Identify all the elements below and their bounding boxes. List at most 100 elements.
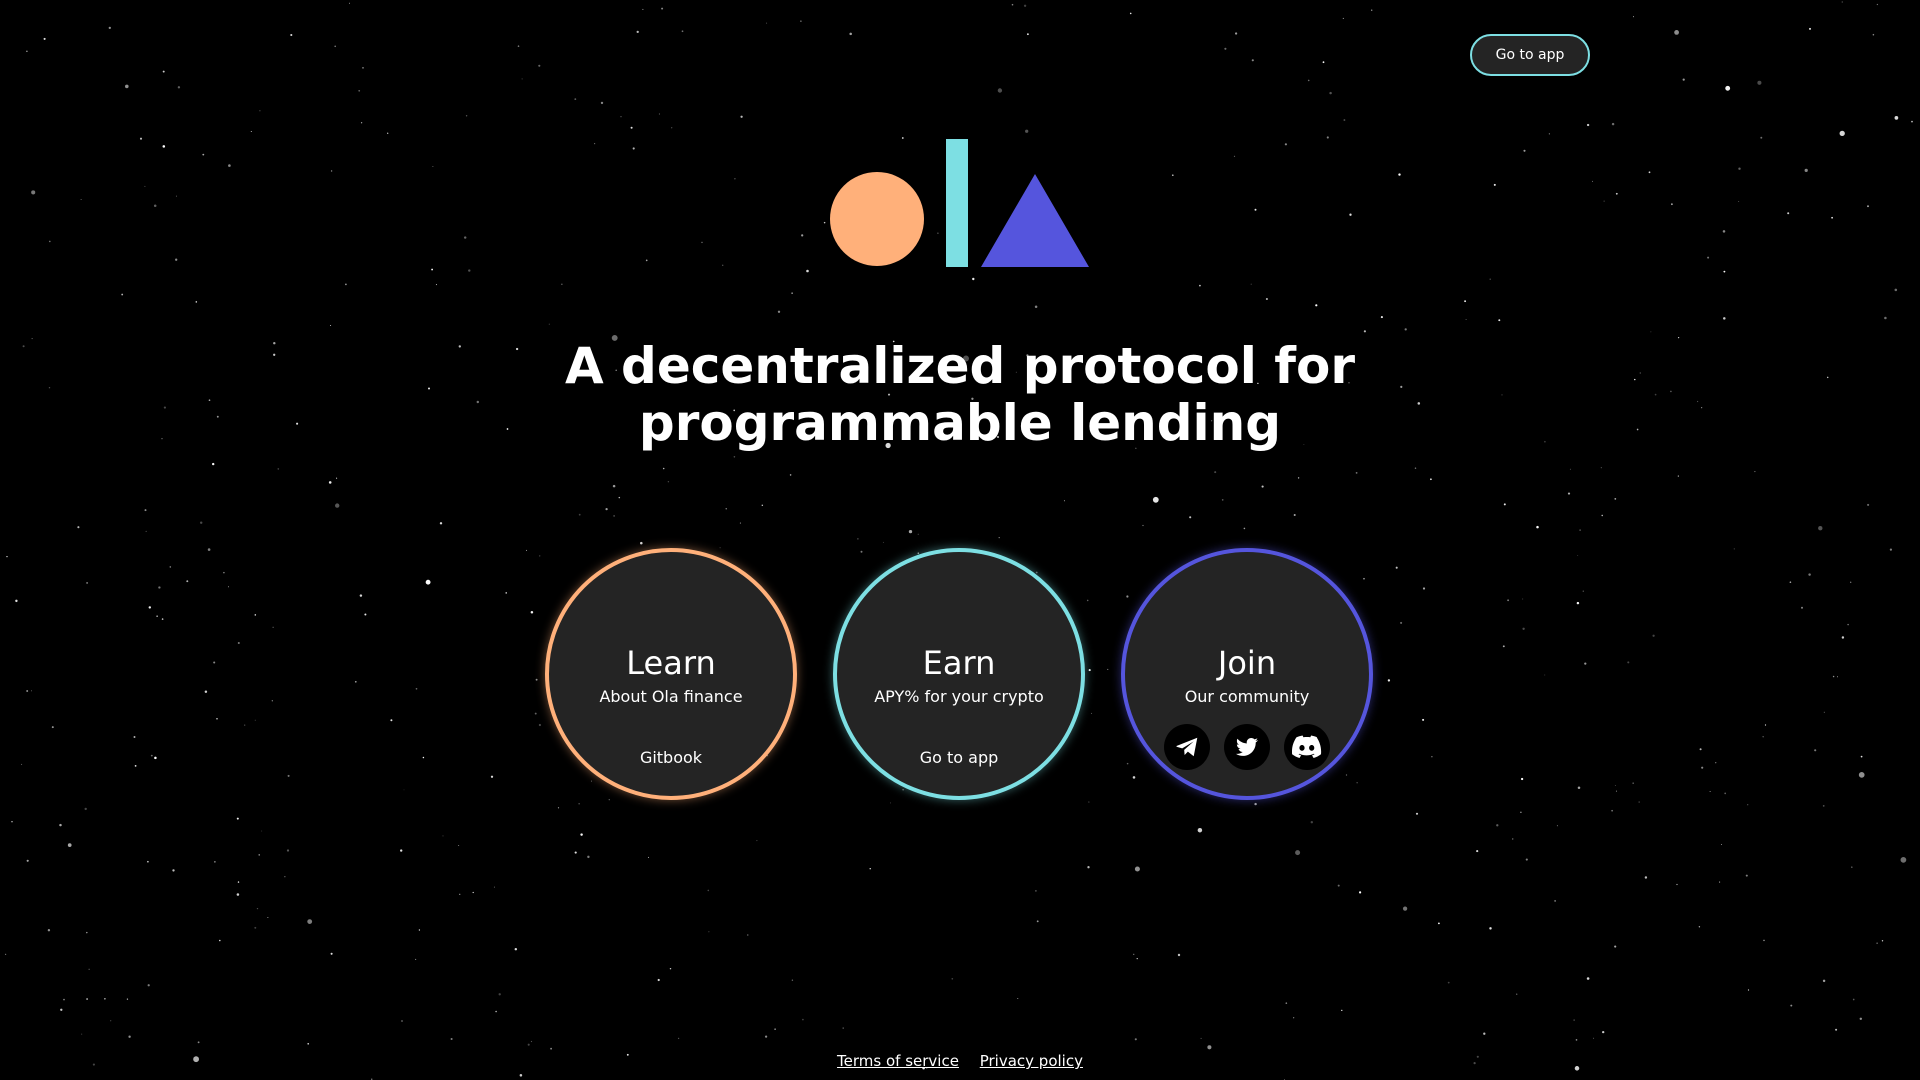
star [1310, 821, 1314, 824]
star [1757, 80, 1762, 85]
learn-card-subtitle: About Ola finance [599, 687, 743, 706]
star [612, 484, 616, 488]
star [1371, 9, 1373, 11]
star [1395, 566, 1398, 569]
star [450, 1037, 453, 1041]
star [632, 147, 635, 150]
star [722, 264, 724, 266]
star [154, 756, 157, 760]
star [1701, 407, 1703, 409]
star [1627, 661, 1630, 664]
star [1329, 91, 1332, 95]
star [1233, 155, 1236, 157]
star [857, 538, 859, 540]
gitbook-link[interactable]: Gitbook [549, 748, 793, 768]
star [31, 690, 32, 692]
star [86, 931, 88, 934]
star [47, 929, 51, 932]
go-to-app-button[interactable]: Go to app [1470, 34, 1590, 76]
twitter-button[interactable] [1224, 724, 1270, 770]
star [67, 843, 72, 847]
star [1831, 216, 1833, 219]
star [328, 481, 332, 484]
star [1841, 636, 1845, 639]
star [574, 98, 577, 100]
star [1341, 1009, 1343, 1012]
star [212, 462, 215, 466]
star [250, 130, 252, 133]
star [43, 37, 46, 40]
discord-button[interactable] [1284, 724, 1330, 770]
star [1200, 1037, 1202, 1039]
star [1091, 712, 1093, 714]
star [669, 967, 672, 970]
star [1818, 526, 1823, 531]
star [1614, 498, 1617, 500]
star [237, 641, 240, 645]
star [605, 507, 608, 511]
star [1431, 756, 1433, 758]
star [1822, 805, 1825, 807]
star [1250, 283, 1252, 285]
learn-card-title: Learn [626, 644, 716, 682]
star [806, 269, 809, 273]
star [1650, 331, 1652, 333]
star [1632, 782, 1634, 784]
star [802, 1018, 804, 1021]
star [671, 127, 673, 129]
star [530, 610, 534, 614]
star [849, 32, 852, 36]
telegram-button[interactable] [1164, 724, 1210, 770]
learn-card: Learn About Ola finance Gitbook [545, 548, 797, 800]
star [1654, 393, 1657, 396]
star [147, 984, 150, 987]
star [403, 789, 405, 791]
hero-headline: A decentralized protocol for programmabl… [460, 338, 1460, 452]
star [1677, 336, 1680, 339]
star [917, 533, 919, 535]
star [1832, 675, 1835, 678]
star [133, 736, 136, 738]
star [1611, 122, 1615, 126]
star [273, 353, 276, 356]
star [1600, 467, 1602, 469]
star [677, 1037, 680, 1040]
star [1414, 467, 1417, 469]
star [739, 522, 741, 524]
star [161, 618, 164, 620]
terms-of-service-link[interactable]: Terms of service [837, 1052, 959, 1070]
earn-go-to-app-link[interactable]: Go to app [837, 748, 1081, 768]
star [259, 110, 261, 112]
star [195, 301, 198, 303]
star [800, 20, 802, 22]
privacy-policy-link[interactable]: Privacy policy [980, 1052, 1083, 1070]
star [1851, 866, 1853, 868]
star [1501, 394, 1503, 396]
star [1522, 627, 1525, 630]
star [1284, 143, 1288, 146]
star [354, 680, 357, 683]
star [48, 240, 51, 243]
star [527, 1043, 530, 1046]
star [1438, 922, 1440, 925]
star [658, 113, 660, 115]
star [213, 661, 216, 664]
star [997, 88, 1003, 93]
star [228, 164, 231, 167]
star [526, 549, 527, 551]
star [272, 626, 274, 628]
star [662, 467, 665, 470]
star [364, 613, 367, 616]
star [1199, 284, 1201, 287]
star [1221, 499, 1224, 501]
star [86, 998, 89, 1000]
star [490, 775, 494, 778]
star [1569, 468, 1571, 470]
star [1762, 736, 1764, 738]
star [1567, 492, 1571, 495]
star [1285, 1002, 1288, 1004]
star [1133, 953, 1135, 955]
star [1088, 801, 1090, 803]
star [1489, 278, 1491, 280]
star [1876, 3, 1879, 6]
